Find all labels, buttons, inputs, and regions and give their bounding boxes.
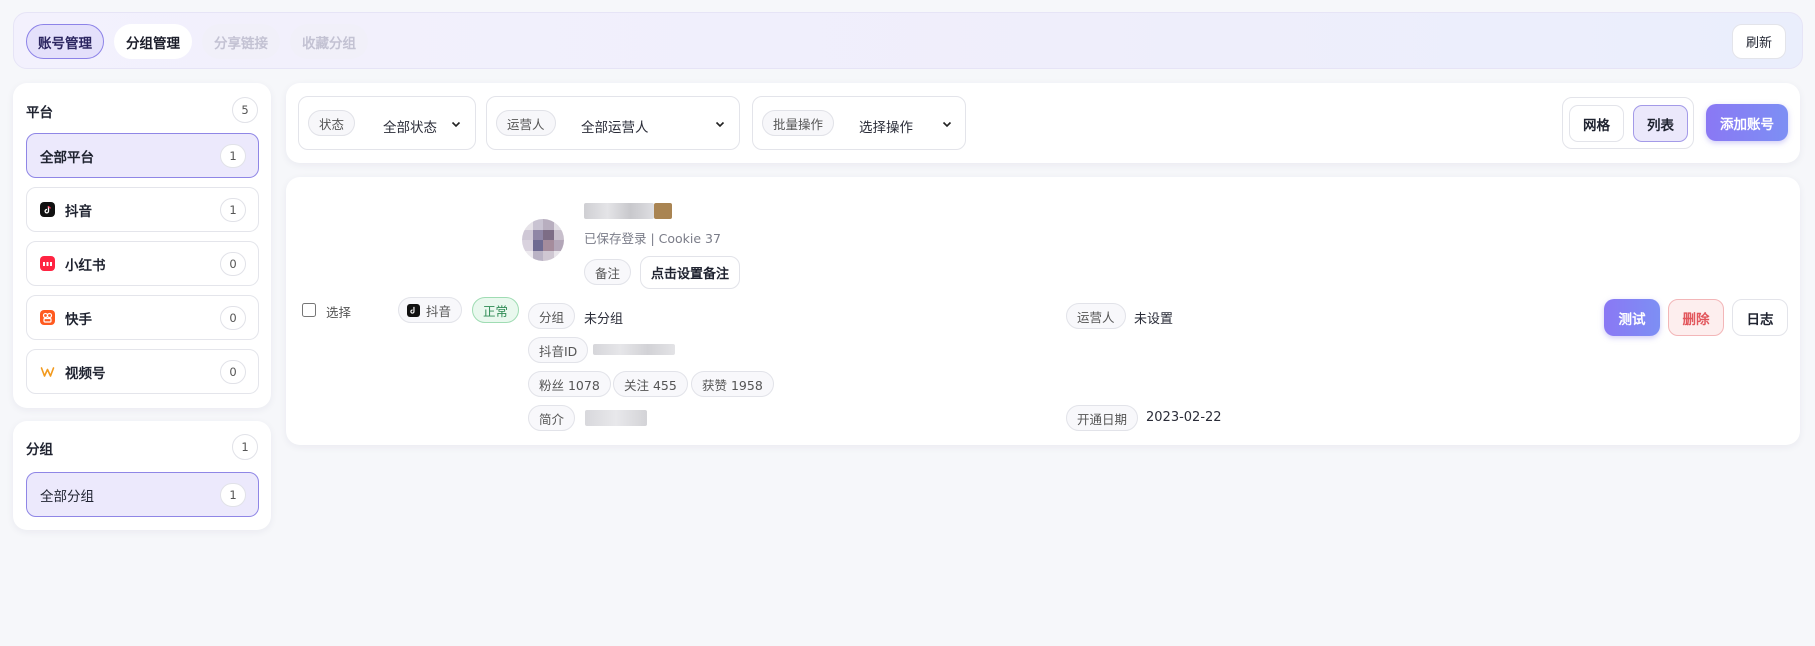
count-badge: 0 — [220, 360, 246, 384]
view-toggle: 网格 列表 — [1562, 97, 1694, 149]
douyin-icon — [407, 303, 420, 317]
operator-value: 未设置 — [1134, 312, 1174, 327]
sidebar-item-label: 视频号 — [65, 365, 106, 382]
douyin-id-label: 抖音ID — [528, 337, 589, 363]
count-badge: 1 — [220, 144, 246, 168]
douyin-id-blurred — [593, 344, 675, 355]
sidebar-item-label: 小红书 — [65, 257, 106, 274]
shipinhao-icon — [40, 364, 55, 379]
list-view-button[interactable]: 列表 — [1633, 105, 1688, 142]
bio-blurred — [585, 410, 647, 426]
login-info: 已保存登录 | Cookie 37 — [584, 231, 721, 246]
group-value: 未分组 — [584, 312, 624, 327]
open-date-label: 开通日期 — [1066, 405, 1139, 431]
tab-group-management[interactable]: 分组管理 — [114, 24, 192, 59]
count-badge: 1 — [220, 198, 246, 222]
likes-count: 获赞 1958 — [691, 371, 774, 397]
log-button[interactable]: 日志 — [1732, 299, 1788, 336]
following-count: 关注 455 — [613, 371, 688, 397]
platform-count-badge: 5 — [232, 97, 258, 123]
platform-tag: 抖音 — [398, 297, 463, 323]
chevron-down-icon — [451, 121, 461, 128]
bio-label: 简介 — [528, 405, 576, 431]
sidebar-item-shipinhao[interactable]: 视频号 0 — [26, 349, 259, 394]
platform-panel-title: 平台 — [26, 105, 53, 121]
count-badge: 0 — [220, 306, 246, 330]
delete-button[interactable]: 删除 — [1668, 299, 1724, 336]
sidebar-item-douyin[interactable]: 抖音 1 — [26, 187, 259, 232]
open-date-value: 2023-02-22 — [1146, 410, 1222, 425]
kuaishou-icon — [40, 310, 55, 325]
group-count-badge: 1 — [232, 434, 258, 460]
add-account-button[interactable]: 添加账号 — [1706, 104, 1788, 141]
sidebar-item-all-groups[interactable]: 全部分组 1 — [26, 472, 259, 517]
group-panel-title: 分组 — [26, 442, 53, 458]
status-filter-value: 全部状态 — [383, 120, 437, 136]
test-button[interactable]: 测试 — [1604, 299, 1660, 336]
operator-label: 运营人 — [1066, 303, 1126, 329]
set-note-button[interactable]: 点击设置备注 — [640, 256, 741, 289]
status-filter-label: 状态 — [308, 110, 356, 136]
account-row: 选择 抖音 正常 已保存登录 | Cookie 37 备注 点击设置备注 分组 … — [286, 177, 1800, 445]
select-label: 选择 — [326, 305, 352, 320]
batch-action-select[interactable]: 批量操作 选择操作 — [752, 96, 966, 150]
platform-tag-label: 抖音 — [426, 303, 452, 319]
xiaohongshu-icon — [40, 256, 55, 271]
grid-view-button[interactable]: 网格 — [1569, 105, 1624, 142]
fans-count: 粉丝 1078 — [528, 371, 611, 397]
sidebar-item-xiaohongshu[interactable]: 小红书 0 — [26, 241, 259, 286]
avatar — [522, 219, 564, 261]
operator-filter-value: 全部运营人 — [581, 120, 649, 136]
operator-filter-select[interactable]: 运营人 全部运营人 — [486, 96, 740, 150]
refresh-button[interactable]: 刷新 — [1732, 24, 1786, 59]
chevron-down-icon — [715, 121, 725, 128]
sidebar-item-label: 全部分组 — [40, 488, 94, 505]
status-badge: 正常 — [472, 297, 520, 323]
sidebar-item-label: 抖音 — [65, 203, 92, 220]
sidebar-item-all-platforms[interactable]: 全部平台 1 — [26, 133, 259, 178]
tab-share-link[interactable]: 分享链接 — [202, 24, 280, 59]
tab-favorite-group[interactable]: 收藏分组 — [290, 24, 368, 59]
sidebar-item-label: 全部平台 — [40, 149, 94, 166]
select-checkbox[interactable] — [302, 303, 316, 317]
platform-panel: 平台 5 全部平台 1 抖音 1 小红书 0 快手 0 视频号 0 — [13, 83, 271, 408]
filter-bar: 状态 全部状态 运营人 全部运营人 批量操作 选择操作 网格 列表 添加账号 — [286, 83, 1800, 163]
operator-filter-label: 运营人 — [496, 110, 556, 136]
note-label: 备注 — [584, 259, 632, 285]
account-name-blurred-tail — [654, 203, 672, 219]
status-filter-select[interactable]: 状态 全部状态 — [298, 96, 476, 150]
sidebar-item-label: 快手 — [65, 311, 92, 328]
count-badge: 1 — [220, 483, 246, 507]
chevron-down-icon — [942, 121, 952, 128]
top-navigation: 账号管理 分组管理 分享链接 收藏分组 刷新 — [13, 12, 1803, 69]
sidebar-item-kuaishou[interactable]: 快手 0 — [26, 295, 259, 340]
douyin-icon — [40, 202, 55, 217]
group-label: 分组 — [528, 303, 576, 329]
group-panel: 分组 1 全部分组 1 — [13, 421, 271, 530]
account-name-blurred — [584, 203, 654, 219]
count-badge: 0 — [220, 252, 246, 276]
tab-account-management[interactable]: 账号管理 — [26, 24, 104, 59]
batch-action-value: 选择操作 — [859, 120, 913, 136]
batch-action-label: 批量操作 — [762, 110, 835, 136]
